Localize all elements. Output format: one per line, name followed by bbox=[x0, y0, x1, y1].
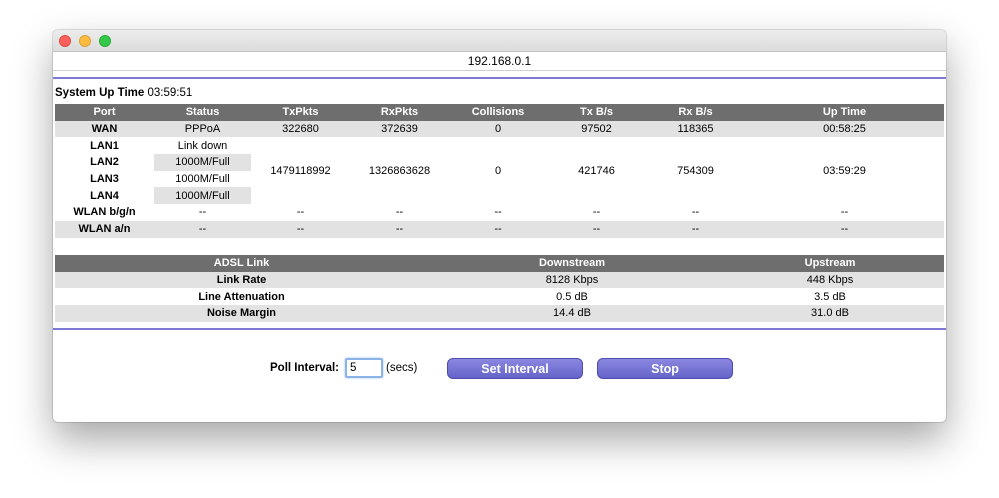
column-header: Upstream bbox=[716, 255, 944, 272]
port-name: WAN bbox=[91, 123, 118, 136]
row-label: Line Attenuation bbox=[198, 290, 285, 303]
column-header: RxPkts bbox=[350, 104, 449, 121]
collisions: 0 bbox=[494, 123, 502, 136]
port-name: LAN2 bbox=[90, 156, 119, 169]
column-header: Tx B/s bbox=[547, 104, 646, 121]
downstream-value: 0.5 dB bbox=[556, 290, 588, 303]
set-interval-button[interactable]: Set Interval bbox=[447, 358, 583, 379]
top-divider bbox=[53, 77, 946, 79]
minimize-window-button[interactable] bbox=[79, 35, 91, 47]
tx-packets: 322680 bbox=[282, 123, 319, 136]
poll-controls: Poll Interval: (secs) Set Interval Stop bbox=[53, 358, 946, 380]
port-status: PPPoA bbox=[184, 123, 221, 136]
poll-interval-label: Poll Interval: bbox=[270, 362, 340, 374]
stop-button[interactable]: Stop bbox=[597, 358, 733, 379]
upstream-value: 448 Kbps bbox=[806, 274, 854, 287]
column-header: Downstream bbox=[428, 255, 716, 272]
collisions: 0 bbox=[494, 164, 502, 177]
row-label: Noise Margin bbox=[206, 307, 277, 320]
table-row-link-rate: Link Rate 8128 Kbps 448 Kbps bbox=[55, 271, 944, 289]
column-header: Collisions bbox=[449, 104, 547, 121]
table-header-row: ADSL Link Downstream Upstream bbox=[55, 255, 944, 272]
tx-rate: -- bbox=[592, 223, 601, 236]
port-status: -- bbox=[198, 206, 207, 219]
table-header-row: Port Status TxPkts RxPkts Collisions Tx … bbox=[55, 104, 944, 121]
column-header: TxPkts bbox=[251, 104, 350, 121]
port-status: 1000M/Full bbox=[154, 154, 251, 171]
poll-interval-input[interactable] bbox=[345, 358, 383, 378]
rx-packets: 372639 bbox=[381, 123, 418, 136]
tx-packets: 1479118992 bbox=[270, 164, 331, 177]
column-header: Port bbox=[55, 104, 154, 121]
rx-rate: 118365 bbox=[677, 123, 714, 136]
upstream-value: 31.0 dB bbox=[811, 307, 849, 320]
system-uptime: System Up Time 03:59:51 bbox=[55, 87, 192, 99]
rx-rate: -- bbox=[691, 206, 700, 219]
zoom-window-button[interactable] bbox=[99, 35, 111, 47]
port-name: LAN3 bbox=[90, 173, 119, 186]
port-status: Link down bbox=[177, 139, 228, 152]
rx-rate: 754309 bbox=[677, 164, 714, 177]
column-header: Rx B/s bbox=[646, 104, 745, 121]
downstream-value: 8128 Kbps bbox=[545, 274, 599, 287]
port-status: 1000M/Full bbox=[175, 173, 230, 186]
table-row-wan: WAN PPPoA 322680 372639 0 97502 118365 0… bbox=[55, 120, 944, 138]
tx-packets: -- bbox=[296, 223, 305, 236]
system-uptime-value: 03:59:51 bbox=[147, 87, 193, 99]
close-window-button[interactable] bbox=[59, 35, 71, 47]
column-header: Status bbox=[154, 104, 251, 121]
rx-packets: -- bbox=[395, 223, 404, 236]
port-name: LAN4 bbox=[90, 189, 119, 202]
up-time: -- bbox=[840, 206, 849, 219]
tx-packets: -- bbox=[296, 206, 305, 219]
table-row-wlan-an: WLAN a/n -- -- -- -- -- -- -- bbox=[55, 220, 944, 238]
port-name: WLAN a/n bbox=[78, 223, 131, 236]
rx-rate: -- bbox=[691, 223, 700, 236]
column-header: Up Time bbox=[745, 104, 944, 121]
tx-rate: 421746 bbox=[578, 164, 615, 177]
port-status: -- bbox=[198, 223, 207, 236]
seconds-unit-label: (secs) bbox=[386, 362, 418, 374]
title-bar bbox=[53, 30, 946, 52]
table-row-lan1: LAN1 Link down 1479118992 1326863628 0 4… bbox=[55, 137, 944, 177]
bottom-divider bbox=[53, 328, 946, 330]
window-title: 192.168.0.1 bbox=[53, 52, 946, 71]
port-name: WLAN b/g/n bbox=[73, 206, 136, 219]
port-name: LAN1 bbox=[90, 139, 119, 152]
up-time: 00:58:25 bbox=[823, 123, 866, 136]
system-uptime-label: System Up Time bbox=[55, 87, 145, 99]
column-header: ADSL Link bbox=[55, 255, 428, 272]
rx-packets: 1326863628 bbox=[368, 164, 431, 177]
adsl-link-table: ADSL Link Downstream Upstream Link Rate … bbox=[55, 255, 944, 322]
row-label: Link Rate bbox=[216, 274, 267, 287]
port-status: 1000M/Full bbox=[154, 187, 251, 205]
table-row-wlan-bgn: WLAN b/g/n -- -- -- -- -- -- -- bbox=[55, 204, 944, 221]
up-time: 03:59:29 bbox=[823, 164, 866, 177]
port-statistics-table: Port Status TxPkts RxPkts Collisions Tx … bbox=[55, 104, 944, 238]
tx-rate: -- bbox=[592, 206, 601, 219]
rx-packets: -- bbox=[395, 206, 404, 219]
upstream-value: 3.5 dB bbox=[814, 290, 846, 303]
table-row-line-attenuation: Line Attenuation 0.5 dB 3.5 dB bbox=[55, 288, 944, 305]
tx-rate: 97502 bbox=[581, 123, 612, 136]
browser-window: 192.168.0.1 System Up Time 03:59:51 Port… bbox=[53, 30, 946, 422]
collisions: -- bbox=[494, 223, 502, 236]
downstream-value: 14.4 dB bbox=[553, 307, 591, 320]
table-row-noise-margin: Noise Margin 14.4 dB 31.0 dB bbox=[55, 305, 944, 322]
collisions: -- bbox=[494, 206, 502, 219]
up-time: -- bbox=[840, 223, 849, 236]
